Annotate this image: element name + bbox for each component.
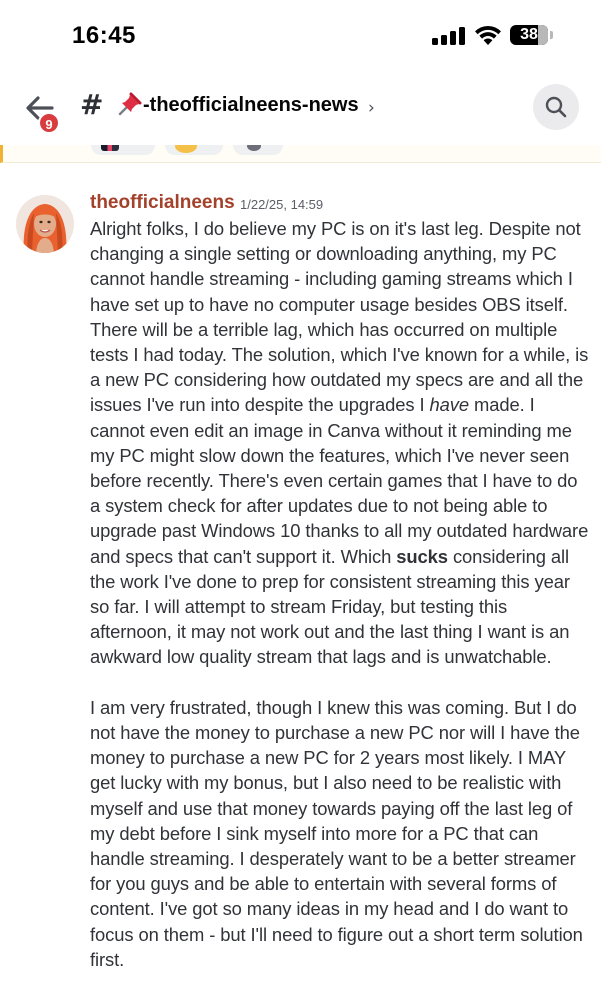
- message-timestamp: 1/22/25, 14:59: [240, 197, 324, 212]
- message-paragraph: Alright folks, I do believe my PC is on …: [90, 216, 590, 670]
- custom-emoji-icon: [101, 145, 119, 151]
- wifi-icon: [474, 24, 502, 46]
- notification-badge: 9: [38, 112, 60, 134]
- message-text: made. I cannot even edit an image in Can…: [90, 394, 589, 567]
- hash-icon: #: [80, 88, 104, 121]
- reaction-chip[interactable]: [233, 145, 283, 155]
- emoji-icon: [247, 145, 261, 151]
- status-time: 16:45: [72, 22, 136, 49]
- status-bar: 16:45 38: [0, 0, 601, 70]
- channel-header: 9 # -theofficialneens-news ›: [0, 70, 601, 146]
- message-author[interactable]: theofficialneens: [90, 192, 235, 214]
- avatar-photo-icon: [16, 195, 74, 253]
- search-button[interactable]: [533, 84, 579, 130]
- message-paragraph: I am very frustrated, though I knew this…: [90, 696, 583, 970]
- message-bold-text: sucks: [396, 545, 448, 567]
- emoji-face-icon: [175, 145, 197, 153]
- battery-level-text: 38: [520, 26, 538, 43]
- chevron-right-icon[interactable]: ›: [368, 98, 375, 118]
- signal-icon: [432, 27, 466, 45]
- reaction-chip[interactable]: [91, 145, 155, 155]
- battery-icon: 38: [510, 25, 548, 45]
- previous-message-reactions: [0, 145, 601, 163]
- message-text: Alright folks, I do believe my PC is on …: [90, 218, 589, 416]
- reaction-chip[interactable]: [165, 145, 223, 155]
- author-avatar[interactable]: [16, 195, 74, 253]
- channel-name[interactable]: -theofficialneens-news: [143, 94, 359, 117]
- battery-nub: [550, 31, 553, 39]
- search-icon: [545, 96, 567, 118]
- message-content: Alright folks, I do believe my PC is on …: [90, 216, 590, 972]
- pushpin-icon: [116, 90, 144, 118]
- message-italic-text: have: [429, 394, 470, 416]
